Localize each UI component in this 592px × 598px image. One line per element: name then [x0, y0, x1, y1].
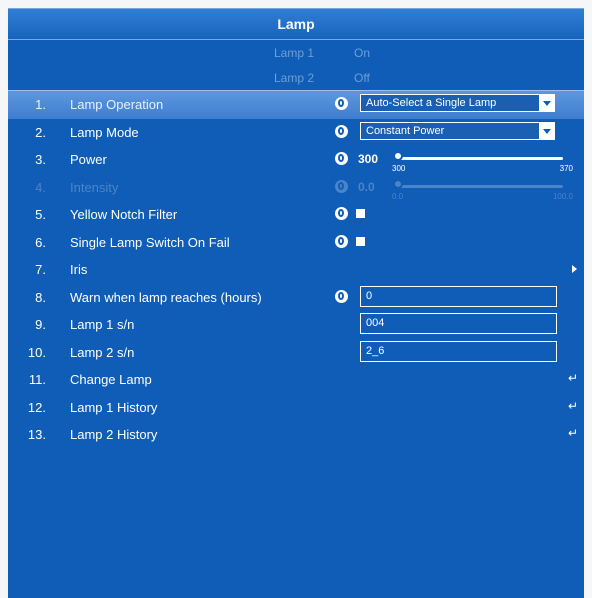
warn-hours-input[interactable]: 0: [360, 285, 557, 307]
menu-row-power[interactable]: 3. Power 300 300 370: [8, 146, 584, 174]
globe-icon: [335, 97, 348, 110]
row-number: 8.: [35, 289, 46, 305]
row-label: Lamp 2 History: [70, 427, 158, 442]
slider-max-label: 100.0: [552, 191, 573, 201]
row-label: Yellow Notch Filter: [70, 207, 178, 222]
lamp1-sn-input[interactable]: 004: [360, 313, 557, 334]
row-number: 5.: [35, 207, 46, 222]
row-label: Iris: [70, 262, 88, 277]
lamp-operation-dropdown[interactable]: Auto-Select a Single Lamp: [360, 94, 555, 112]
yellow-notch-filter-checkbox[interactable]: [356, 209, 365, 218]
panel-title: Lamp: [8, 9, 584, 40]
status-label: Lamp 2: [273, 71, 314, 85]
menu-row-lamp1-sn[interactable]: 9. Lamp 1 s/n 004: [8, 311, 584, 339]
row-label: Power: [70, 152, 107, 167]
slider-min-label: 0.0: [392, 191, 404, 201]
menu-row-intensity: 4. Intensity 0.0 0.0 100.0: [8, 174, 584, 202]
slider-max-label: 370: [559, 164, 573, 173]
row-label: Lamp 1 History: [70, 399, 158, 415]
row-label: Lamp 1 s/n: [70, 317, 135, 332]
power-value: 300: [358, 152, 379, 166]
globe-icon: [335, 289, 348, 303]
globe-icon: [335, 179, 348, 193]
dropdown-value: Auto-Select a Single Lamp: [366, 97, 497, 109]
status-value: On: [354, 46, 371, 60]
row-number: 4.: [35, 179, 46, 195]
globe-icon: [335, 124, 348, 138]
row-number: 12.: [27, 399, 46, 415]
row-number: 6.: [35, 234, 46, 250]
row-number: 13.: [27, 427, 46, 442]
slider-handle: [393, 178, 403, 189]
slider-handle[interactable]: [393, 151, 403, 161]
menu-row-lamp-operation[interactable]: 1. Lamp Operation Auto-Select a Single L…: [8, 90, 584, 119]
row-label: Lamp 2 s/n: [70, 344, 135, 360]
menu-row-lamp-mode[interactable]: 2. Lamp Mode Constant Power: [8, 119, 584, 147]
row-number: 7.: [35, 262, 46, 277]
intensity-slider: 0.0 100.0: [392, 178, 573, 201]
intensity-value: 0.0: [358, 179, 375, 194]
status-lamp-2: Lamp 2 Off: [8, 65, 584, 90]
menu-row-change-lamp[interactable]: 11. Change Lamp ↵: [8, 366, 584, 394]
globe-icon: [335, 152, 348, 165]
chevron-down-icon[interactable]: [539, 122, 554, 139]
row-number: 10.: [27, 344, 46, 360]
globe-icon: [335, 207, 348, 220]
menu-row-lamp2-history[interactable]: 13. Lamp 2 History ↵: [8, 421, 584, 449]
lamp-panel: Lamp Lamp 1 On Lamp 2 Off 1. Lamp Operat…: [8, 8, 584, 598]
row-label: Lamp Operation: [70, 97, 164, 112]
status-value: Off: [354, 71, 370, 85]
enter-icon[interactable]: ↵: [568, 371, 578, 385]
row-number: 3.: [35, 152, 46, 167]
slider-track: [398, 184, 563, 188]
row-number: 1.: [35, 97, 46, 112]
row-label: Lamp Mode: [70, 124, 139, 140]
menu-row-yellow-notch-filter[interactable]: 5. Yellow Notch Filter: [8, 201, 584, 229]
slider-min-label: 300: [392, 164, 406, 173]
enter-icon[interactable]: ↵: [568, 399, 578, 413]
dropdown-value: Constant Power: [366, 124, 445, 137]
single-lamp-switch-checkbox[interactable]: [356, 236, 365, 246]
lamp-mode-dropdown[interactable]: Constant Power: [360, 121, 555, 140]
lamp2-sn-input[interactable]: 2_6: [360, 340, 557, 362]
power-slider[interactable]: 300 370: [392, 151, 573, 173]
row-label: Intensity: [70, 179, 119, 195]
status-lamp-1: Lamp 1 On: [8, 40, 584, 65]
menu-row-warn-hours[interactable]: 8. Warn when lamp reaches (hours) 0: [8, 284, 584, 312]
globe-icon: [335, 234, 348, 248]
slider-track[interactable]: [398, 157, 563, 160]
row-label: Single Lamp Switch On Fail: [70, 234, 230, 250]
menu-row-iris[interactable]: 7. Iris: [8, 256, 584, 284]
row-label: Change Lamp: [70, 372, 152, 387]
menu-row-single-lamp-switch[interactable]: 6. Single Lamp Switch On Fail: [8, 229, 584, 257]
row-number: 11.: [28, 372, 46, 387]
chevron-right-icon[interactable]: [572, 265, 577, 273]
row-number: 2.: [35, 124, 46, 140]
menu-row-lamp1-history[interactable]: 12. Lamp 1 History ↵: [8, 394, 584, 422]
row-number: 9.: [35, 317, 46, 332]
status-label: Lamp 1: [273, 46, 314, 60]
enter-icon[interactable]: ↵: [568, 426, 578, 440]
chevron-down-icon[interactable]: [539, 95, 554, 111]
row-label: Warn when lamp reaches (hours): [70, 289, 262, 305]
menu-row-lamp2-sn[interactable]: 10. Lamp 2 s/n 2_6: [8, 339, 584, 367]
